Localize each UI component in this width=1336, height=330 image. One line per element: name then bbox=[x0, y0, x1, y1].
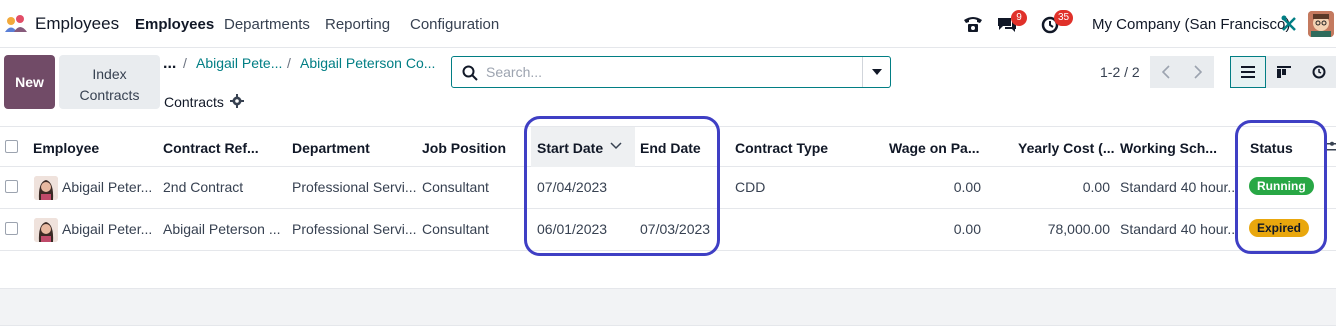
column-job-position[interactable]: Job Position bbox=[422, 140, 506, 156]
menu-configuration[interactable]: Configuration bbox=[410, 16, 499, 33]
chevron-left-icon bbox=[1162, 65, 1170, 79]
employee-avatar-icon bbox=[34, 218, 58, 242]
select-all-checkbox[interactable] bbox=[5, 140, 18, 153]
menu-departments[interactable]: Departments bbox=[224, 16, 310, 33]
column-wage[interactable]: Wage on Pa... bbox=[889, 140, 980, 156]
cell-wage: 0.00 bbox=[953, 179, 981, 195]
page-title: Contracts bbox=[164, 94, 224, 110]
cell-employee: Abigail Peter... bbox=[62, 179, 153, 195]
column-working-schedule[interactable]: Working Sch... bbox=[1120, 140, 1217, 156]
search-bar bbox=[451, 56, 891, 88]
app-logo-icon[interactable] bbox=[4, 14, 30, 34]
activity-view-button[interactable] bbox=[1302, 56, 1336, 88]
employee-avatar bbox=[34, 176, 58, 200]
column-yearly-cost[interactable]: Yearly Cost (... bbox=[1018, 140, 1114, 156]
column-employee[interactable]: Employee bbox=[33, 140, 99, 156]
list-footer bbox=[0, 288, 1336, 326]
search-icon bbox=[462, 65, 478, 81]
cell-department: Professional Servi... bbox=[292, 221, 417, 237]
list-view-button[interactable] bbox=[1230, 56, 1266, 88]
breadcrumb-separator: / bbox=[183, 55, 187, 71]
cell-working-schedule: Standard 40 hour... bbox=[1120, 179, 1240, 195]
column-contract-type[interactable]: Contract Type bbox=[735, 140, 828, 156]
pager-previous[interactable] bbox=[1150, 56, 1182, 88]
phone-icon[interactable] bbox=[962, 14, 984, 34]
app-name[interactable]: Employees bbox=[35, 14, 119, 34]
row-checkbox[interactable] bbox=[5, 222, 18, 235]
date-columns-highlight bbox=[524, 116, 720, 256]
cell-job-position: Consultant bbox=[422, 179, 489, 195]
column-department[interactable]: Department bbox=[292, 140, 370, 156]
employee-avatar-icon bbox=[34, 176, 58, 200]
tools-icon[interactable] bbox=[1280, 14, 1298, 34]
pager-next[interactable] bbox=[1182, 56, 1214, 88]
menu-employees[interactable]: Employees bbox=[135, 16, 214, 33]
activities-badge: 35 bbox=[1054, 10, 1074, 26]
kanban-view-icon bbox=[1277, 66, 1291, 78]
list-view-icon bbox=[1241, 66, 1255, 78]
row-checkbox[interactable] bbox=[5, 180, 18, 193]
cell-contract-ref: Abigail Peterson ... bbox=[163, 221, 281, 237]
cell-employee: Abigail Peter... bbox=[62, 221, 153, 237]
chevron-right-icon bbox=[1194, 65, 1202, 79]
column-settings-icon[interactable] bbox=[1326, 141, 1336, 153]
cell-department: Professional Servi... bbox=[292, 179, 417, 195]
new-button[interactable]: New bbox=[4, 55, 55, 109]
cell-yearly-cost: 78,000.00 bbox=[1047, 221, 1110, 237]
user-avatar-icon bbox=[1308, 11, 1334, 37]
gear-icon[interactable] bbox=[230, 94, 244, 108]
index-label-line2: Contracts bbox=[79, 87, 140, 103]
employee-avatar bbox=[34, 218, 58, 242]
breadcrumb-separator: / bbox=[287, 55, 291, 71]
status-column-highlight bbox=[1235, 120, 1327, 254]
pager-value[interactable]: 1-2 / 2 bbox=[1100, 64, 1140, 80]
messages-badge: 9 bbox=[1011, 10, 1027, 26]
search-input[interactable] bbox=[486, 61, 856, 83]
breadcrumb-collapsed[interactable]: ... bbox=[163, 55, 176, 73]
user-avatar[interactable] bbox=[1308, 11, 1334, 37]
cell-job-position: Consultant bbox=[422, 221, 489, 237]
breadcrumb-employee[interactable]: Abigail Pete... bbox=[196, 55, 282, 71]
cell-contract-type: CDD bbox=[735, 179, 766, 195]
company-switcher[interactable]: My Company (San Francisco) bbox=[1092, 16, 1290, 33]
kanban-view-button[interactable] bbox=[1266, 56, 1302, 88]
column-contract-ref[interactable]: Contract Ref... bbox=[163, 140, 259, 156]
top-navbar: Employees Employees Departments Reportin… bbox=[0, 0, 1336, 48]
cell-working-schedule: Standard 40 hour... bbox=[1120, 221, 1240, 237]
breadcrumb-contract[interactable]: Abigail Peterson Co... bbox=[300, 55, 435, 71]
search-options-toggle[interactable] bbox=[863, 57, 890, 87]
cell-contract-ref: 2nd Contract bbox=[163, 179, 244, 195]
menu-reporting[interactable]: Reporting bbox=[325, 16, 390, 33]
index-contracts-button[interactable]: Index Contracts bbox=[59, 55, 160, 109]
index-label-line1: Index bbox=[92, 66, 127, 82]
cell-wage: 0.00 bbox=[953, 221, 981, 237]
cell-yearly-cost: 0.00 bbox=[1082, 179, 1110, 195]
activity-view-icon bbox=[1312, 65, 1326, 79]
caret-down-icon bbox=[871, 69, 882, 75]
